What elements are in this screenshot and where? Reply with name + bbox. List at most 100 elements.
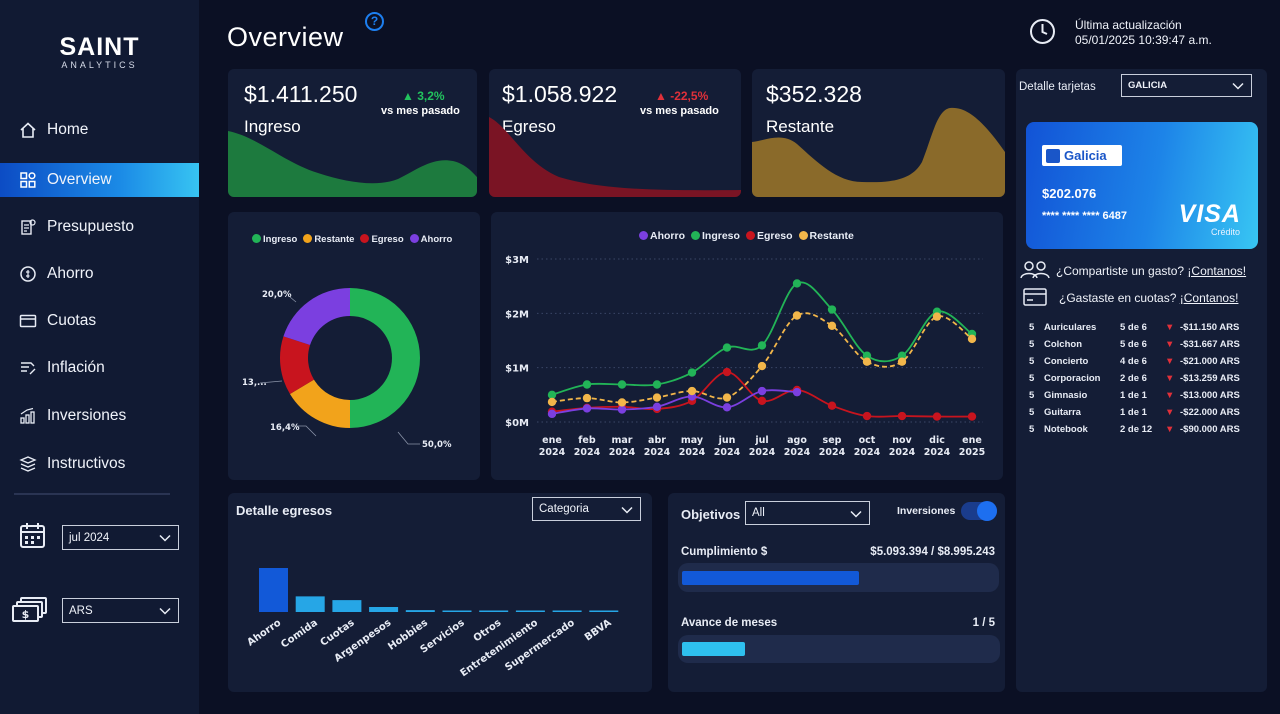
cumplimiento-label: Cumplimiento $ — [681, 546, 768, 558]
data-point-restante[interactable] — [967, 334, 977, 344]
inversiones-toggle[interactable] — [961, 501, 997, 521]
last-update-value: 05/01/2025 10:39:47 a.m. — [1075, 33, 1212, 47]
bar-category-label: BBVA — [583, 617, 614, 643]
nav-item-presupuesto[interactable]: Presupuesto — [0, 210, 199, 244]
kpi-sub: vs mes pasado — [381, 105, 460, 117]
legend-item[interactable]: Restante — [303, 234, 354, 245]
data-point-ingreso[interactable] — [582, 380, 592, 389]
share-link[interactable]: ¡Contanos! — [1187, 264, 1246, 278]
data-point-ahorro[interactable] — [547, 409, 557, 419]
data-point-ahorro[interactable] — [757, 386, 767, 396]
y-tick-label: $1M — [505, 364, 529, 375]
bar-argenpesos[interactable] — [369, 607, 399, 612]
data-point-restante[interactable] — [792, 311, 802, 320]
bar-category-label: Supermercado — [503, 617, 577, 673]
data-point-restante[interactable] — [862, 357, 872, 366]
line-chart: $3M$2M$1M$0Mene2024feb2024mar2024abr2024… — [505, 255, 985, 458]
x-tick-year: 2024 — [609, 447, 636, 458]
share-text: ¿Compartiste un gasto? — [1056, 264, 1188, 278]
data-point-restante[interactable] — [687, 386, 697, 396]
nav-item-inversiones[interactable]: Inversiones — [0, 399, 199, 433]
egresos-bar-chart: AhorroComidaCuotasArgenpesosHobbiesServi… — [245, 568, 619, 679]
nav-item-inflacion[interactable]: Inflación — [0, 351, 199, 385]
cell-n: 5 — [1029, 373, 1035, 384]
share-expense-row: ¿Compartiste un gasto? ¡Contanos! — [1056, 264, 1246, 278]
objetivos-card: Objetivos All Inversiones Cumplimiento $… — [668, 493, 1005, 692]
credit-card[interactable]: Galicia $202.076 **** **** **** 6487 VIS… — [1026, 122, 1258, 249]
legend-item[interactable]: Ingreso — [252, 234, 297, 245]
data-point-ahorro[interactable] — [722, 403, 732, 412]
bar-category-label: Comida — [279, 617, 320, 650]
nav-item-cuotas[interactable]: Cuotas — [0, 304, 199, 338]
data-point-ingreso[interactable] — [722, 343, 732, 352]
bar-cuotas[interactable] — [332, 600, 362, 612]
nav-item-ahorro[interactable]: Ahorro — [0, 257, 199, 291]
cell-name: Concierto — [1044, 356, 1089, 367]
down-arrow-icon: ▼ — [1165, 373, 1175, 384]
data-point-egreso[interactable] — [897, 411, 907, 421]
legend-label: Ingreso — [263, 234, 298, 245]
bar-comida[interactable] — [295, 596, 325, 612]
data-point-restante[interactable] — [617, 398, 627, 407]
data-point-restante[interactable] — [932, 312, 942, 321]
objetivos-select[interactable]: All — [745, 501, 870, 525]
legend-label: Egreso — [371, 234, 404, 245]
cuotas-link[interactable]: ¡Contanos! — [1180, 291, 1239, 305]
bar-otros[interactable] — [479, 610, 509, 613]
data-point-egreso[interactable] — [932, 412, 942, 421]
currency-select[interactable]: ARS — [62, 598, 179, 623]
data-point-restante[interactable] — [582, 393, 592, 403]
data-point-ahorro[interactable] — [582, 404, 592, 413]
data-point-egreso[interactable] — [722, 367, 732, 377]
data-point-restante[interactable] — [547, 397, 557, 407]
cell-name: Guitarra — [1044, 407, 1081, 418]
donut-slice-ahorro[interactable] — [283, 288, 350, 346]
bar-category-label: Otros — [472, 617, 504, 644]
nav-item-overview[interactable]: Overview — [0, 163, 199, 197]
nav-item-instructivos[interactable]: Instructivos — [0, 447, 199, 481]
nav-item-home[interactable]: Home — [0, 113, 199, 147]
bar-supermercado[interactable] — [552, 610, 582, 613]
data-point-restante[interactable] — [722, 393, 732, 402]
x-tick-label: jul — [754, 435, 768, 446]
data-point-ahorro[interactable] — [652, 402, 662, 411]
nav-label: Presupuesto — [47, 218, 135, 235]
x-tick-label: jun — [718, 435, 736, 446]
data-point-restante[interactable] — [827, 321, 837, 331]
nav-label: Cuotas — [47, 312, 97, 329]
data-point-restante[interactable] — [757, 361, 767, 371]
data-point-ingreso[interactable] — [792, 279, 802, 288]
data-point-ahorro[interactable] — [792, 387, 802, 397]
data-point-restante[interactable] — [897, 357, 907, 366]
x-tick-label: nov — [892, 435, 912, 446]
data-point-restante[interactable] — [652, 393, 662, 402]
donut-slice-ingreso[interactable] — [350, 288, 420, 428]
objetivos-title: Objetivos — [681, 507, 741, 522]
data-point-ingreso[interactable] — [757, 341, 767, 350]
avance-progress — [682, 642, 745, 656]
data-point-egreso[interactable] — [757, 396, 767, 406]
legend-item[interactable]: Egreso — [360, 234, 404, 245]
cell-cuota: 5 de 6 — [1120, 322, 1147, 333]
data-point-egreso[interactable] — [967, 412, 977, 421]
data-point-ingreso[interactable] — [687, 368, 697, 377]
data-point-ingreso[interactable] — [617, 380, 627, 389]
investments-icon — [18, 406, 38, 426]
data-point-ingreso[interactable] — [827, 305, 837, 314]
bar-bbva[interactable] — [589, 610, 619, 613]
data-point-ingreso[interactable] — [652, 380, 662, 389]
bar-ahorro[interactable] — [259, 568, 288, 612]
cell-cuota: 2 de 6 — [1120, 373, 1147, 384]
data-point-egreso[interactable] — [827, 401, 837, 410]
bar-entretenimiento[interactable] — [515, 610, 545, 613]
kpi-sparkline — [752, 107, 1005, 197]
toggle-knob — [977, 501, 997, 521]
legend-item[interactable]: Ahorro — [409, 234, 452, 245]
bar-servicios[interactable] — [442, 610, 472, 613]
bank-select-value: GALICIA — [1128, 80, 1168, 91]
bar-hobbies[interactable] — [405, 610, 435, 612]
help-icon[interactable]: ? — [365, 12, 384, 31]
bank-select[interactable]: GALICIA — [1121, 74, 1252, 97]
month-select[interactable]: jul 2024 — [62, 525, 179, 550]
data-point-egreso[interactable] — [862, 411, 872, 421]
